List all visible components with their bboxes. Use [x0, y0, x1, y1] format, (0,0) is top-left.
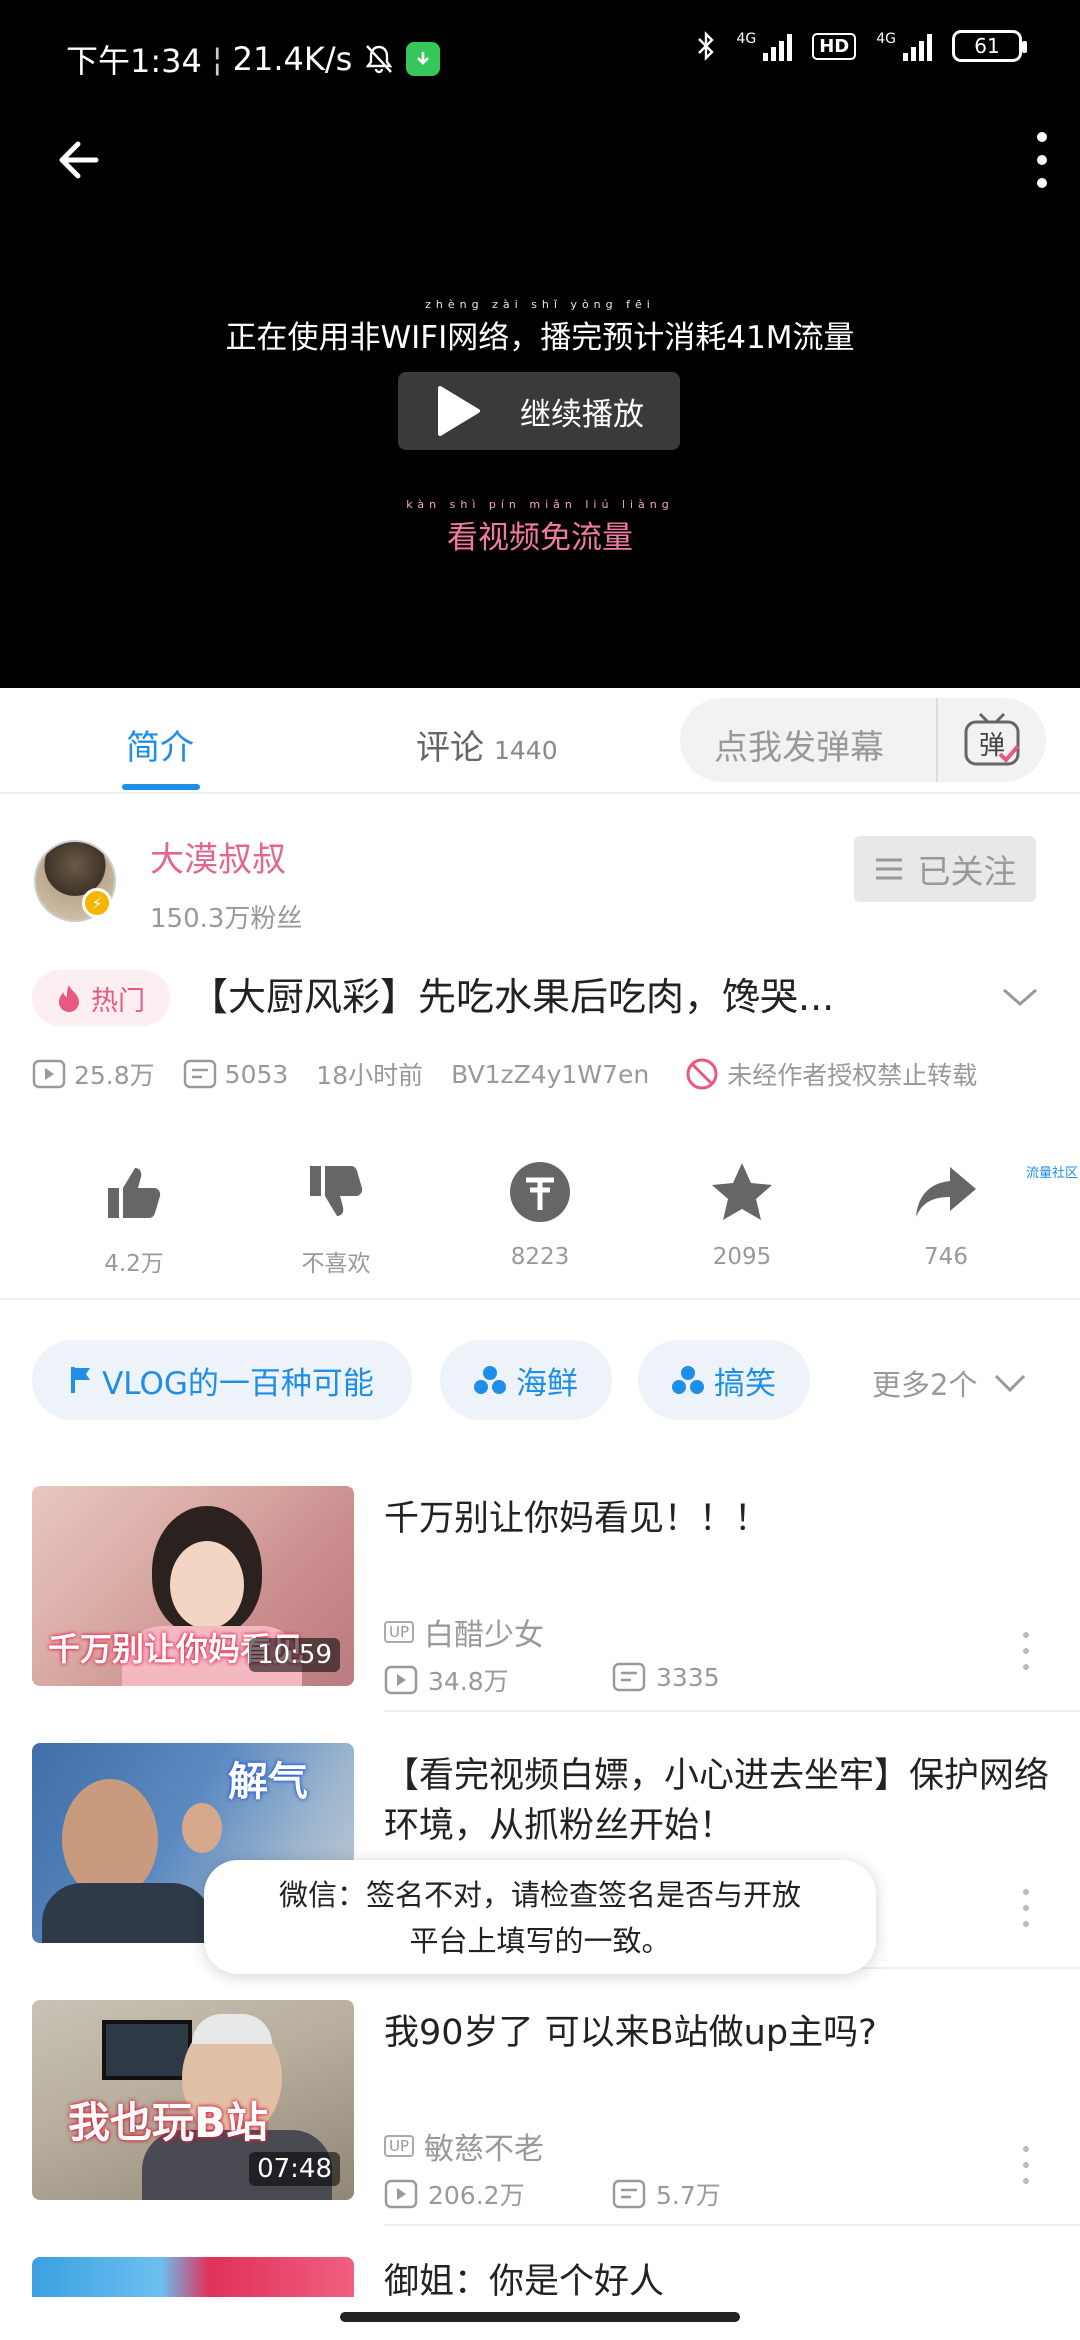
publish-time: 18小时前: [316, 1061, 424, 1090]
toast-message: 微信：签名不对，请检查签名是否与开放 平台上填写的一致。: [204, 1860, 876, 1974]
video-duration: 10:59: [249, 1638, 340, 1672]
video-player[interactable]: 下午1:34 ¦ 21.4K/s 4G HD 4G 61 zhèng zài s…: [0, 0, 1080, 688]
continue-play-button[interactable]: 继续播放: [398, 372, 680, 450]
coin-icon: [510, 1162, 570, 1222]
tab-intro[interactable]: 简介: [126, 720, 194, 769]
divider: [0, 1298, 1080, 1300]
battery-icon: 61: [952, 30, 1027, 62]
like-button[interactable]: 4.2万: [54, 1158, 214, 1278]
rec-title: 御姐：你是个好人: [384, 2262, 665, 2297]
tag-seafood[interactable]: 海鲜: [440, 1340, 612, 1420]
danmaku-count: 5053: [224, 1059, 289, 1089]
danmaku-count-icon: [612, 2179, 646, 2209]
more-options-icon[interactable]: [1020, 2146, 1032, 2184]
rec-title: 【看完视频白嫖，小心进去坐牢】保护网络环境，从抓粉丝开始！: [384, 1756, 1050, 1846]
more-tags-button[interactable]: 更多2个: [872, 1362, 1027, 1404]
uploader-fans: 150.3万粉丝: [150, 904, 303, 934]
danmu-input[interactable]: 点我发弹幕 弹: [680, 698, 1046, 782]
more-options-icon[interactable]: [1030, 130, 1054, 190]
thumbnail-caption: 我也玩B站: [68, 2098, 269, 2147]
uploader-name[interactable]: 大漠叔叔: [150, 832, 286, 881]
video-title: 【大厨风彩】先吃水果后吃肉，馋哭...: [190, 975, 835, 1019]
list-item[interactable]: 千万别让你妈看见 10:59 千万别让你妈看见！！！ UP 白醋少女 34.8万…: [0, 1486, 1080, 1716]
star-icon: [712, 1163, 772, 1220]
repost-notice: 未经作者授权禁止转载: [727, 1061, 978, 1090]
status-time: 下午1:34: [66, 42, 202, 80]
bluetooth-icon: [698, 31, 715, 61]
tag-vlog[interactable]: VLOG的一百种可能: [32, 1340, 412, 1420]
verified-badge-icon: ⚡: [82, 888, 112, 918]
forbidden-icon: [686, 1058, 718, 1090]
tag-dots-icon: [672, 1366, 704, 1394]
signal-icon-2: 4G: [876, 31, 932, 61]
dislike-button[interactable]: 不喜欢: [256, 1158, 416, 1278]
video-thumbnail[interactable]: 我也玩B站 07:48: [32, 2000, 354, 2200]
favorite-button[interactable]: 2095: [662, 1158, 822, 1270]
chevron-down-icon[interactable]: [1000, 982, 1040, 1012]
danmu-placeholder: 点我发弹幕: [714, 728, 884, 768]
share-arrow-icon: [916, 1167, 976, 1217]
play-icon: [438, 386, 480, 436]
video-duration: 07:48: [249, 2152, 340, 2186]
hd-badge: HD: [812, 32, 857, 60]
status-bar: 下午1:34 ¦ 21.4K/s 4G HD 4G 61: [0, 0, 1080, 110]
flame-icon: [59, 985, 79, 1012]
video-thumbnail[interactable]: [32, 2257, 354, 2297]
download-app-icon: [406, 42, 441, 76]
list-item[interactable]: 我也玩B站 07:48 我90岁了 可以来B站做up主吗? UP 敏慈不老 20…: [0, 2000, 1080, 2230]
mute-bell-icon: [365, 45, 393, 74]
share-button[interactable]: 746: [866, 1158, 1026, 1270]
comment-count: 1440: [494, 736, 558, 765]
play-count-icon: [32, 1059, 66, 1089]
up-tag: UP: [384, 2135, 415, 2157]
danmu-toggle-icon[interactable]: 弹: [936, 698, 1046, 782]
followed-button[interactable]: 已关注: [854, 836, 1036, 902]
action-bar: 4.2万 不喜欢 8223 2095 746: [0, 1158, 1080, 1288]
more-options-icon[interactable]: [1020, 1632, 1032, 1670]
video-thumbnail[interactable]: 千万别让你妈看见 10:59: [32, 1486, 354, 1686]
play-count-icon: [384, 2179, 418, 2209]
signal-icon-1: 4G: [736, 31, 793, 61]
thumbnail-caption: 解气: [228, 1759, 308, 1805]
more-options-icon[interactable]: [1020, 1889, 1032, 1927]
danmaku-count-icon: [612, 1662, 646, 1692]
rec-uploader: UP 白醋少女: [384, 1610, 544, 1654]
traffic-warning: zhèng zài shǐ yòng fēi 正在使用非WIFI网络，播完预计消…: [225, 298, 855, 356]
traffic-community-link[interactable]: 流量社区: [1026, 1162, 1078, 1181]
bvid: BV1zZ4y1W7en: [451, 1059, 650, 1089]
thumbs-up-icon: [108, 1168, 161, 1218]
view-count: 25.8万: [74, 1061, 155, 1090]
tag-dots-icon: [474, 1366, 506, 1394]
menu-lines-icon: [875, 858, 902, 880]
chevron-down-icon: [995, 1374, 1026, 1393]
tag-funny[interactable]: 搞笑: [638, 1340, 810, 1420]
home-indicator[interactable]: [340, 2312, 740, 2322]
detail-tab-bar: 简介 评论 1440 点我发弹幕 弹: [0, 688, 1080, 794]
rec-uploader: UP 敏慈不老: [384, 2124, 544, 2168]
rec-title: 千万别让你妈看见！！！: [384, 1499, 770, 1539]
tab-indicator: [122, 784, 200, 790]
danmaku-count-icon: [183, 1059, 216, 1089]
hot-badge[interactable]: 热门: [32, 970, 170, 1026]
video-stats: 25.8万 5053 18小时前 BV1zZ4y1W7en 未经作者授权禁止转载: [32, 1056, 1062, 1092]
play-count-icon: [384, 1665, 418, 1695]
list-item[interactable]: 御姐：你是个好人: [0, 2257, 1080, 2297]
flag-icon: [71, 1367, 91, 1393]
coin-button[interactable]: 8223: [460, 1158, 620, 1270]
rec-title: 我90岁了 可以来B站做up主吗?: [384, 2013, 877, 2053]
up-tag: UP: [384, 1621, 415, 1643]
thumbs-down-icon: [310, 1166, 363, 1216]
back-arrow-icon[interactable]: [48, 130, 108, 190]
free-traffic-link[interactable]: kàn shì pín miǎn liú liàng 看视频免流量: [0, 498, 1080, 557]
tab-comments[interactable]: 评论 1440: [416, 720, 558, 769]
status-net-speed: 21.4K/s: [232, 40, 353, 78]
